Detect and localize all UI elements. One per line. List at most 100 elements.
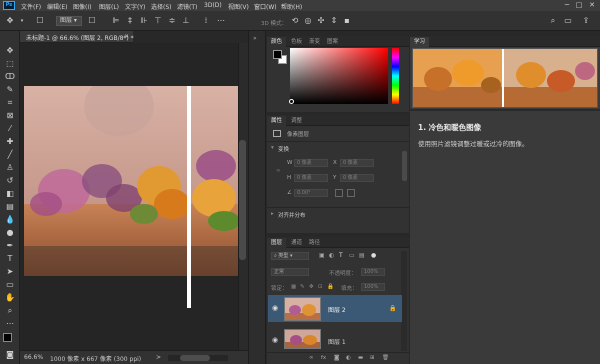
align-bottom-icon[interactable]: ⊥ xyxy=(180,15,192,27)
history-brush-icon[interactable]: ↺ xyxy=(4,175,16,186)
gradient-tool-icon[interactable]: ▤ xyxy=(4,201,16,212)
menu-view[interactable]: 视图(V) xyxy=(228,2,249,11)
document-tab[interactable]: 未标题-1 @ 66.6% (图层 2, RGB/8*) * × xyxy=(20,31,134,43)
marquee-tool-icon[interactable]: ⬚ xyxy=(4,58,16,69)
layer-filter-dropdown[interactable]: ⌕ 类型 ▾ xyxy=(271,252,309,260)
eyedropper-tool-icon[interactable]: ⁄ xyxy=(4,123,16,134)
tab-learn[interactable]: 学习 xyxy=(410,37,430,47)
close-window-icon[interactable]: ✕ xyxy=(587,1,597,10)
lock-transparency-icon[interactable]: ▦ xyxy=(291,284,296,290)
eraser-tool-icon[interactable]: ◧ xyxy=(4,188,16,199)
3d-scale-icon[interactable]: ▪ xyxy=(341,15,353,27)
flip-vertical-icon[interactable] xyxy=(347,189,355,197)
transform-controls-icon[interactable]: ☐ xyxy=(86,15,98,27)
layer-row-layer1[interactable]: ◉ 图层 1 xyxy=(268,324,402,351)
brush-tool-icon[interactable]: ╱ xyxy=(4,149,16,160)
3d-orbit-icon[interactable]: ⟲ xyxy=(289,15,301,27)
tab-adjustments[interactable]: 调整 xyxy=(287,116,306,126)
section-collapse-icon[interactable]: ▾ xyxy=(271,145,274,151)
canvas-image[interactable] xyxy=(24,86,238,276)
filter-adjustment-icon[interactable]: ◐ xyxy=(329,252,334,259)
tab-paths[interactable]: 路径 xyxy=(305,238,324,248)
align-center-icon[interactable]: ‡ xyxy=(124,15,136,27)
link-icon[interactable]: ∞ xyxy=(276,168,281,174)
tab-color[interactable]: 颜色 xyxy=(267,37,287,47)
type-tool-icon[interactable]: T xyxy=(4,253,16,264)
new-group-icon[interactable]: ▬ xyxy=(358,355,363,361)
auto-select-checkbox-icon[interactable]: ☐ xyxy=(34,15,46,27)
properties-scrollbar-thumb[interactable] xyxy=(402,151,407,181)
clone-stamp-icon[interactable]: ♙ xyxy=(4,162,16,173)
horizontal-scrollbar-thumb[interactable] xyxy=(180,355,210,361)
color-picker-cursor[interactable] xyxy=(289,99,294,104)
fill-field[interactable]: 100% xyxy=(361,283,385,291)
filter-smart-icon[interactable]: ▤ xyxy=(359,252,365,259)
menu-help[interactable]: 帮助(H) xyxy=(281,2,302,11)
fx-icon[interactable]: fx xyxy=(321,355,326,361)
split-divider-line[interactable] xyxy=(187,86,191,308)
menu-filter[interactable]: 滤镜(T) xyxy=(177,2,197,11)
layer-name[interactable]: 图层 2 xyxy=(328,305,346,314)
3d-pan-icon[interactable]: ✣ xyxy=(315,15,327,27)
scrollbar-thumb[interactable] xyxy=(239,140,246,260)
lock-artboard-icon[interactable]: ⊡ xyxy=(318,284,323,290)
layer-select-dropdown[interactable]: 图层 ▾ xyxy=(56,16,82,26)
menu-3d[interactable]: 3D(D) xyxy=(204,2,222,9)
path-select-icon[interactable]: ➤ xyxy=(4,266,16,277)
hue-slider[interactable] xyxy=(392,48,399,104)
tab-patterns[interactable]: 图案 xyxy=(323,37,342,47)
menu-image[interactable]: 图像(I) xyxy=(73,2,91,11)
close-tab-icon[interactable]: × xyxy=(124,33,129,40)
share-icon[interactable]: ⇪ xyxy=(580,15,592,27)
maximize-icon[interactable]: □ xyxy=(574,1,584,10)
align-left-icon[interactable]: ⊫ xyxy=(110,15,122,27)
distribute-icon[interactable]: ⁞ xyxy=(200,15,212,27)
menu-select[interactable]: 选择(S) xyxy=(151,2,172,11)
blend-mode-dropdown[interactable]: 正常 xyxy=(271,268,309,276)
tab-properties[interactable]: 属性 xyxy=(267,116,287,126)
color-picker-field[interactable] xyxy=(290,48,388,104)
chevron-down-icon[interactable]: ▾ xyxy=(18,15,26,27)
lock-all-icon[interactable]: 🔒 xyxy=(327,284,334,290)
visibility-eye-icon[interactable]: ◉ xyxy=(272,304,278,312)
tab-channels[interactable]: 通道 xyxy=(287,238,306,248)
transform-section-title[interactable]: 变换 xyxy=(278,145,289,153)
more-options-icon[interactable]: ⋯ xyxy=(215,15,227,27)
align-middle-icon[interactable]: ≑ xyxy=(166,15,178,27)
opacity-field[interactable]: 100% xyxy=(361,268,385,276)
link-layers-icon[interactable]: ∞ xyxy=(309,355,314,361)
frame-tool-icon[interactable]: ⊠ xyxy=(4,110,16,121)
add-mask-icon[interactable]: ◙ xyxy=(334,355,339,361)
lock-pixels-icon[interactable]: ✎ xyxy=(300,284,305,290)
search-icon[interactable]: ⌕ xyxy=(547,15,559,27)
workspace-icon[interactable]: ▭ xyxy=(562,15,574,27)
pen-tool-icon[interactable]: ✒ xyxy=(4,240,16,251)
new-layer-icon[interactable]: ⊞ xyxy=(370,355,375,361)
minimize-icon[interactable]: ─ xyxy=(562,1,572,10)
status-arrow[interactable]: > xyxy=(156,354,161,361)
y-field[interactable]: 0 像素 xyxy=(340,174,374,182)
move-tool-icon[interactable]: ✥ xyxy=(4,45,16,56)
3d-roll-icon[interactable]: ◎ xyxy=(302,15,314,27)
filter-type-icon[interactable]: T xyxy=(339,252,343,259)
menu-window[interactable]: 窗口(W) xyxy=(254,2,277,11)
more-tools-icon[interactable]: ⋯ xyxy=(4,318,16,329)
tab-layers[interactable]: 图层 xyxy=(267,238,287,248)
x-field[interactable]: 0 像素 xyxy=(340,159,374,167)
hand-tool-icon[interactable]: ✋ xyxy=(4,292,16,303)
collapse-arrows-icon[interactable]: » xyxy=(253,35,257,42)
filter-toggle-icon[interactable]: ● xyxy=(371,252,376,259)
menu-edit[interactable]: 编辑(E) xyxy=(47,2,67,11)
crop-tool-icon[interactable]: ⌗ xyxy=(4,97,16,108)
tutorial-thumbnail[interactable] xyxy=(412,48,598,108)
quick-mask-icon[interactable]: ◙ xyxy=(4,349,16,360)
align-right-icon[interactable]: ⊪ xyxy=(138,15,150,27)
tab-swatches[interactable]: 色板 xyxy=(287,37,306,47)
layer-thumbnail[interactable] xyxy=(284,297,321,321)
foreground-color-swatch[interactable] xyxy=(3,333,12,342)
align-top-icon[interactable]: ⊤ xyxy=(152,15,164,27)
blur-tool-icon[interactable]: 💧 xyxy=(4,214,16,225)
menu-file[interactable]: 文件(F) xyxy=(21,2,41,11)
section-expand-icon[interactable]: ▸ xyxy=(271,211,274,217)
height-field[interactable]: 0 像素 xyxy=(294,174,328,182)
